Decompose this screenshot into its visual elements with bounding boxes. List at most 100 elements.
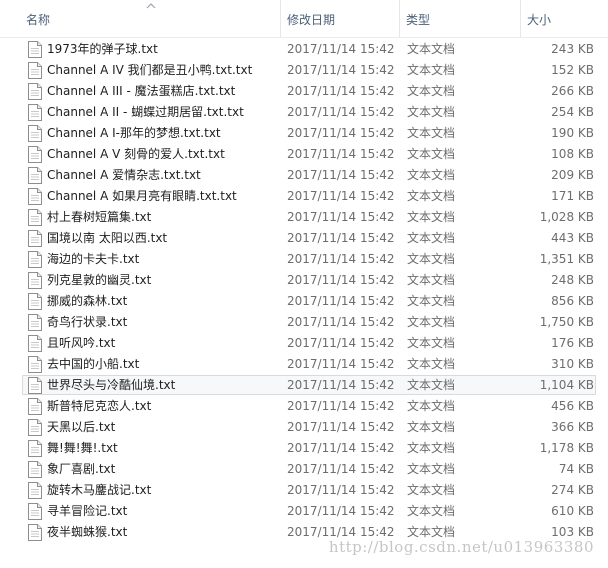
file-modified-date: 2017/11/14 15:42 [287, 336, 395, 350]
text-document-icon [28, 83, 42, 100]
file-row[interactable]: Channel A I-那年的梦想.txt.txt 2017/11/14 15:4… [0, 123, 608, 144]
file-name: 村上春树短篇集.txt [47, 210, 152, 224]
file-size: 856 KB [551, 294, 594, 308]
file-modified-date: 2017/11/14 15:42 [287, 294, 395, 308]
file-type: 文本文档 [407, 378, 456, 392]
file-row[interactable]: 村上春树短篇集.txt 2017/11/14 15:42 文本文档 1,028 KB [0, 207, 608, 228]
file-list: 1973年的弹子球.txt 2017/11/14 15:42 文本文档 243 KB C… [0, 39, 608, 543]
column-header-bar: 名称 修改日期 类型 大小 [0, 0, 608, 38]
file-row[interactable]: Channel A V 刻骨的爱人.txt.txt 2017/11/14 15:4… [0, 144, 608, 165]
file-size: 248 KB [551, 273, 594, 287]
file-name: 国境以南 太阳以西.txt [47, 231, 168, 245]
file-row[interactable]: 天黑以后.txt 2017/11/14 15:42 文本文档 366 KB [0, 417, 608, 438]
file-type: 文本文档 [407, 315, 456, 329]
file-type: 文本文档 [407, 252, 456, 266]
file-type: 文本文档 [407, 399, 456, 413]
file-size: 610 KB [551, 504, 594, 518]
file-modified-date: 2017/11/14 15:42 [287, 42, 395, 56]
file-name: 挪威的森林.txt [47, 294, 128, 308]
file-type: 文本文档 [407, 84, 456, 98]
column-divider[interactable] [280, 0, 281, 37]
text-document-icon [28, 419, 42, 436]
column-divider[interactable] [399, 0, 400, 37]
file-modified-date: 2017/11/14 15:42 [287, 399, 395, 413]
column-header-name[interactable]: 名称 [26, 0, 50, 37]
file-size: 1,750 KB [539, 315, 594, 329]
file-size: 456 KB [551, 399, 594, 413]
file-name: 舞!舞!舞!.txt [47, 441, 118, 455]
file-row[interactable]: 国境以南 太阳以西.txt 2017/11/14 15:42 文本文档 443 KB [0, 228, 608, 249]
file-size: 1,104 KB [539, 378, 594, 392]
sort-ascending-icon[interactable] [146, 2, 156, 10]
text-document-icon [28, 230, 42, 247]
file-row[interactable]: Channel A 如果月亮有眼睛.txt.txt 2017/11/14 15:4… [0, 186, 608, 207]
file-row[interactable]: 斯普特尼克恋人.txt 2017/11/14 15:42 文本文档 456 KB [0, 396, 608, 417]
text-document-icon [28, 62, 42, 79]
file-type: 文本文档 [407, 294, 456, 308]
file-name: 旋转木马鏖战记.txt [47, 483, 152, 497]
text-document-icon [28, 503, 42, 520]
file-modified-date: 2017/11/14 15:42 [287, 420, 395, 434]
file-modified-date: 2017/11/14 15:42 [287, 147, 395, 161]
file-type: 文本文档 [407, 441, 456, 455]
file-name: Channel A V 刻骨的爱人.txt.txt [47, 147, 225, 161]
file-row[interactable]: 旋转木马鏖战记.txt 2017/11/14 15:42 文本文档 274 KB [0, 480, 608, 501]
file-type: 文本文档 [407, 42, 456, 56]
text-document-icon [28, 146, 42, 163]
file-row[interactable]: 舞!舞!舞!.txt 2017/11/14 15:42 文本文档 1,178 KB [0, 438, 608, 459]
file-type: 文本文档 [407, 63, 456, 77]
file-size: 1,351 KB [539, 252, 594, 266]
file-modified-date: 2017/11/14 15:42 [287, 63, 395, 77]
text-document-icon [28, 482, 42, 499]
file-row[interactable]: 列克星敦的幽灵.txt 2017/11/14 15:42 文本文档 248 KB [0, 270, 608, 291]
text-document-icon [28, 377, 42, 394]
file-row[interactable]: 1973年的弹子球.txt 2017/11/14 15:42 文本文档 243 KB [0, 39, 608, 60]
file-modified-date: 2017/11/14 15:42 [287, 168, 395, 182]
column-header-type[interactable]: 类型 [406, 0, 430, 37]
file-size: 254 KB [551, 105, 594, 119]
file-type: 文本文档 [407, 105, 456, 119]
file-name: 寻羊冒险记.txt [47, 504, 128, 518]
file-modified-date: 2017/11/14 15:42 [287, 315, 395, 329]
file-type: 文本文档 [407, 210, 456, 224]
column-header-size[interactable]: 大小 [527, 0, 551, 37]
file-row[interactable]: 且听风吟.txt 2017/11/14 15:42 文本文档 176 KB [0, 333, 608, 354]
file-row[interactable]: Channel A III - 魔法蛋糕店.txt.txt 2017/11/14 … [0, 81, 608, 102]
file-row[interactable]: Channel A 爱情杂志.txt.txt 2017/11/14 15:42 文本… [0, 165, 608, 186]
file-name: Channel A III - 魔法蛋糕店.txt.txt [47, 84, 236, 98]
file-row[interactable]: 海边的卡夫卡.txt 2017/11/14 15:42 文本文档 1,351 KB [0, 249, 608, 270]
text-document-icon [28, 167, 42, 184]
file-row[interactable]: 去中国的小船.txt 2017/11/14 15:42 文本文档 310 KB [0, 354, 608, 375]
file-size: 1,028 KB [539, 210, 594, 224]
text-document-icon [28, 251, 42, 268]
file-modified-date: 2017/11/14 15:42 [287, 84, 395, 98]
file-type: 文本文档 [407, 420, 456, 434]
file-name: 夜半蜘蛛猴.txt [47, 525, 128, 539]
column-divider[interactable] [520, 0, 521, 37]
file-name: Channel A 爱情杂志.txt.txt [47, 168, 201, 182]
file-row[interactable]: 世界尽头与冷酷仙境.txt 2017/11/14 15:42 文本文档 1,104 K… [0, 375, 608, 396]
text-document-icon [28, 398, 42, 415]
file-name: 斯普特尼克恋人.txt [47, 399, 152, 413]
file-size: 310 KB [551, 357, 594, 371]
file-name: 奇鸟行状录.txt [47, 315, 128, 329]
file-type: 文本文档 [407, 357, 456, 371]
file-name: 去中国的小船.txt [47, 357, 140, 371]
column-header-date[interactable]: 修改日期 [287, 0, 335, 37]
text-document-icon [28, 293, 42, 310]
file-row[interactable]: 挪威的森林.txt 2017/11/14 15:42 文本文档 856 KB [0, 291, 608, 312]
file-type: 文本文档 [407, 462, 456, 476]
file-name: 且听风吟.txt [47, 336, 116, 350]
file-modified-date: 2017/11/14 15:42 [287, 462, 395, 476]
text-document-icon [28, 188, 42, 205]
file-size: 274 KB [551, 483, 594, 497]
file-row[interactable]: 寻羊冒险记.txt 2017/11/14 15:42 文本文档 610 KB [0, 501, 608, 522]
file-row[interactable]: Channel A II - 蝴蝶过期居留.txt.txt 2017/11/14 … [0, 102, 608, 123]
text-document-icon [28, 125, 42, 142]
file-name: Channel A II - 蝴蝶过期居留.txt.txt [47, 105, 244, 119]
text-document-icon [28, 356, 42, 373]
file-row[interactable]: Channel A IV 我们都是丑小鸭.txt.txt 2017/11/14 1… [0, 60, 608, 81]
file-row[interactable]: 奇鸟行状录.txt 2017/11/14 15:42 文本文档 1,750 KB [0, 312, 608, 333]
file-type: 文本文档 [407, 126, 456, 140]
file-row[interactable]: 象厂喜剧.txt 2017/11/14 15:42 文本文档 74 KB [0, 459, 608, 480]
